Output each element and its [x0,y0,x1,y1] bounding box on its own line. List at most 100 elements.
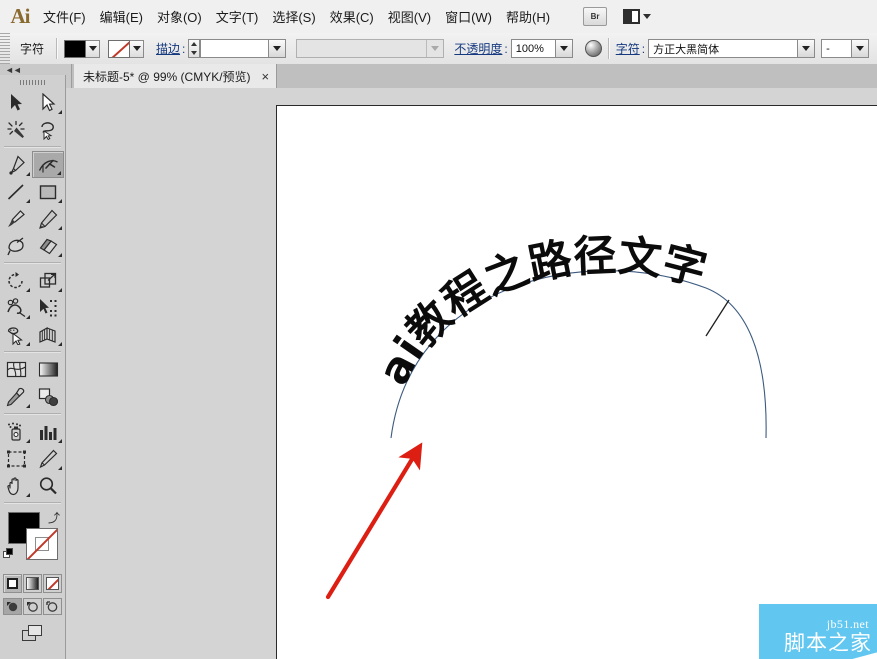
draw-behind-button[interactable] [23,598,42,615]
draw-inside-button[interactable] [43,598,62,615]
fill-dropdown-button[interactable] [86,39,101,58]
shape-builder-tool[interactable] [0,321,32,348]
screen-mode-icon-front [27,625,42,636]
stroke-swatch[interactable] [108,39,131,58]
paintbrush-tool[interactable] [0,205,32,232]
menu-type[interactable]: 文字(T) [209,0,266,33]
lasso-tool[interactable] [32,116,64,143]
artboard-tool[interactable] [0,445,32,472]
opacity-dropdown-button[interactable] [554,40,572,57]
magnifier-icon [39,476,57,494]
stroke-color-swatch[interactable] [26,528,58,560]
slice-tool[interactable] [32,445,64,472]
arrange-documents-icon [623,9,641,24]
stroke-weight-spinner[interactable] [188,39,201,58]
direct-selection-tool[interactable] [32,89,64,116]
fill-color-control[interactable] [64,39,101,58]
stroke-weight-label[interactable]: 描边 [156,40,180,57]
stroke-dropdown-button[interactable] [130,39,145,58]
pen-tool[interactable] [0,151,32,178]
arrange-documents-button[interactable] [623,9,652,24]
close-icon[interactable]: × [262,70,270,83]
menu-edit[interactable]: 编辑(E) [93,0,150,33]
path-text-object[interactable]: ai教程之路径文字 [369,231,712,393]
font-style-combo[interactable]: - [821,39,870,58]
scale-tool[interactable] [32,267,64,294]
graphic-styles-icon[interactable] [584,40,602,57]
slice-knife-icon [39,449,58,468]
opacity-value[interactable]: 100% [512,43,555,55]
selection-tool[interactable] [0,89,32,116]
draw-normal-button[interactable] [3,598,22,615]
draw-inside-icon [46,600,58,612]
eraser-tool[interactable] [32,232,64,259]
stroke-label-colon: : [182,41,186,56]
blend-tool[interactable] [32,383,64,410]
stroke-weight-dropdown-button[interactable] [268,40,286,57]
menu-window[interactable]: 窗口(W) [438,0,499,33]
free-transform-icon [40,298,57,316]
zoom-tool[interactable] [32,472,64,499]
document-tab[interactable]: 未标题-5* @ 99% (CMYK/预览) × [74,64,278,88]
rotate-tool[interactable] [0,267,32,294]
pencil-tool[interactable] [32,205,64,232]
fill-stroke-control: ⤴ [0,508,64,570]
font-style-value[interactable]: - [822,43,851,55]
brush-definition-dropdown-button[interactable] [426,40,444,57]
annotation-arrow [325,442,423,600]
type-on-path-end-bracket[interactable] [705,299,730,337]
eyedropper-tool[interactable] [0,383,32,410]
tools-panel-grip[interactable] [0,75,65,89]
menu-file[interactable]: 文件(F) [36,0,93,33]
control-bar-grip[interactable] [0,33,10,64]
menu-select[interactable]: 选择(S) [265,0,322,33]
character-panel-label[interactable]: 字符 [616,40,640,57]
free-transform-tool[interactable] [32,294,64,321]
default-fill-stroke-icon[interactable] [3,548,14,559]
column-graph-tool[interactable] [32,418,64,445]
color-mode-button[interactable] [3,574,22,593]
type-on-path-tool[interactable] [32,151,64,178]
font-family-combo[interactable]: 方正大黑简体 [648,39,816,58]
width-warp-icon [7,297,26,317]
go-to-bridge-button[interactable]: Br [583,7,608,26]
opacity-label[interactable]: 不透明度 [454,40,502,57]
rectangle-tool[interactable] [32,178,64,205]
gradient-mode-button[interactable] [23,574,42,593]
menu-effect[interactable]: 效果(C) [323,0,381,33]
brush-definition-combo[interactable] [296,39,445,58]
font-family-value[interactable]: 方正大黑简体 [649,41,797,57]
hand-tool[interactable] [0,472,32,499]
spinner-up-icon [191,42,198,47]
symbol-sprayer-tool[interactable] [0,418,32,445]
font-style-dropdown-button[interactable] [851,40,869,57]
menu-object[interactable]: 对象(O) [150,0,209,33]
gradient-icon [26,577,39,590]
double-chevron-left-icon[interactable]: ◄◄ [5,64,22,75]
gradient-tool[interactable] [32,356,64,383]
change-screen-mode-button[interactable] [21,625,44,643]
none-mode-button[interactable] [43,574,62,593]
opacity-label-colon: : [504,41,508,56]
rectangle-icon [39,184,57,199]
stroke-weight-combo[interactable] [200,39,287,58]
magic-wand-tool[interactable] [0,116,32,143]
menu-view[interactable]: 视图(V) [381,0,438,33]
opacity-combo[interactable]: 100% [510,39,573,58]
chevron-down-icon [431,46,440,51]
fill-swatch[interactable] [64,39,87,58]
chevron-down-icon [559,46,568,51]
perspective-grid-tool[interactable] [32,321,64,348]
stroke-color-control[interactable] [108,39,145,58]
mesh-tool[interactable] [0,356,32,383]
line-segment-tool[interactable] [0,178,32,205]
magic-wand-icon [7,120,25,138]
blob-brush-tool[interactable] [0,232,32,259]
swap-fill-stroke-icon[interactable]: ⤴ [48,509,60,526]
shape-builder-icon [7,326,23,345]
width-tool[interactable] [0,294,32,321]
symbol-sprayer-icon [8,422,21,441]
menu-help[interactable]: 帮助(H) [499,0,557,33]
canvas-workspace[interactable]: ai教程之路径文字 jb51.net 脚本之家 [66,88,877,659]
font-family-dropdown-button[interactable] [797,40,815,57]
